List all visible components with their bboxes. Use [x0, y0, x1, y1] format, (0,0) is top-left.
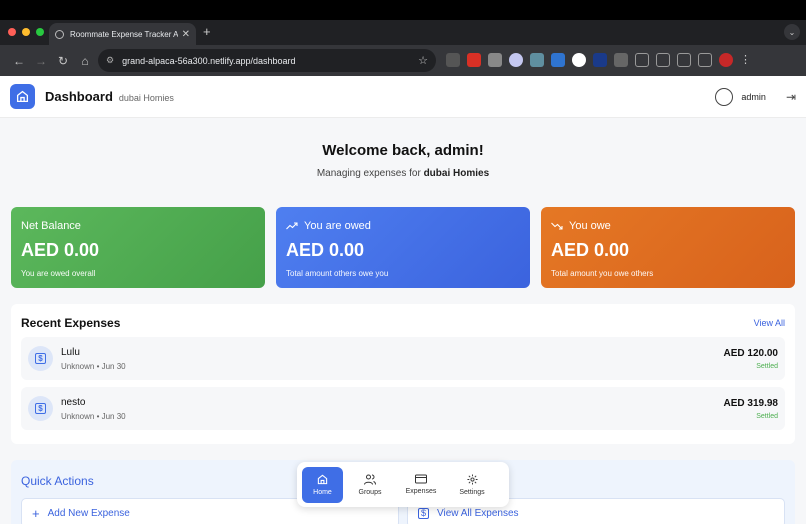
- net-balance-card: Net Balance AED 0.00 You are owed overal…: [11, 207, 265, 288]
- owed-card: You are owed AED 0.00 Total amount other…: [276, 207, 530, 288]
- close-window-button[interactable]: [8, 28, 16, 36]
- header-user-area: admin ⇥: [715, 87, 796, 106]
- qr-code-icon[interactable]: [656, 53, 670, 67]
- nav-home[interactable]: Home: [302, 466, 343, 503]
- extension-icon[interactable]: [467, 53, 481, 67]
- nav-home-label: Home: [313, 488, 332, 496]
- extension-icon[interactable]: [488, 53, 502, 67]
- nav-groups-label: Groups: [358, 488, 382, 496]
- owe-label: You owe: [569, 220, 611, 232]
- view-all-link[interactable]: View All: [754, 318, 785, 328]
- reading-mode-icon[interactable]: [677, 53, 691, 67]
- home-icon: [317, 474, 328, 484]
- extension-icon[interactable]: [530, 53, 544, 67]
- tab-search-button[interactable]: ⌄: [784, 24, 800, 40]
- owe-card: You owe AED 0.00 Total amount you owe ot…: [541, 207, 795, 288]
- nav-expenses-label: Expenses: [405, 488, 437, 495]
- maximize-window-button[interactable]: [36, 28, 44, 36]
- browser-toolbar: ← → ↻ ⌂ ⚙ grand-alpaca-56a300.netlify.ap…: [0, 45, 806, 76]
- home-button[interactable]: ⌂: [74, 54, 96, 68]
- forward-button[interactable]: →: [30, 54, 52, 68]
- tab-title: Roommate Expense Tracker A: [70, 29, 178, 39]
- window-controls: [8, 28, 44, 36]
- nav-settings-label: Settings: [459, 488, 485, 496]
- group-name: dubai Homies: [118, 92, 174, 103]
- close-tab-icon[interactable]: ✕: [182, 29, 190, 40]
- expense-row[interactable]: $ Lulu Unknown • Jun 30 AED 120.00 Settl…: [21, 337, 785, 380]
- welcome-heading: Welcome back, admin!: [322, 142, 484, 159]
- extension-icon[interactable]: [593, 53, 607, 67]
- owed-label: You are owed: [304, 220, 371, 232]
- bookmark-star-icon[interactable]: ☆: [418, 54, 428, 67]
- browser-tab-strip: Roommate Expense Tracker A ✕ + ⌄: [0, 20, 806, 45]
- dollar-icon: $: [28, 346, 53, 371]
- page-title: Dashboard: [45, 89, 113, 104]
- url-text: grand-alpaca-56a300.netlify.app/dashboar…: [122, 55, 296, 66]
- dollar-icon: $: [28, 396, 53, 421]
- more-menu-icon[interactable]: ⋮: [740, 53, 754, 67]
- nav-expenses[interactable]: Expenses: [397, 467, 445, 503]
- address-bar[interactable]: ⚙ grand-alpaca-56a300.netlify.app/dashbo…: [98, 49, 436, 72]
- reload-button[interactable]: ↻: [52, 54, 74, 68]
- trending-down-icon: [551, 222, 563, 230]
- recent-expenses-panel: Recent Expenses View All $ Lulu Unknown …: [11, 304, 795, 444]
- logout-icon[interactable]: ⇥: [786, 90, 796, 104]
- extension-icon[interactable]: [572, 53, 586, 67]
- expense-amount: AED 319.98: [723, 397, 778, 409]
- trending-up-icon: [286, 222, 298, 230]
- credit-card-icon: [415, 474, 427, 484]
- back-button[interactable]: ←: [8, 54, 30, 68]
- welcome-section: Welcome back, admin! Managing expenses f…: [0, 142, 806, 179]
- dollar-icon: $: [418, 507, 429, 519]
- owed-amount: AED 0.00: [286, 240, 365, 260]
- expense-status: Settled: [756, 412, 778, 420]
- plus-icon: +: [32, 505, 40, 521]
- extensions-area: ⋮: [446, 53, 754, 67]
- welcome-subtext: Managing expenses for dubai Homies: [0, 168, 806, 179]
- puzzle-icon[interactable]: [614, 53, 628, 67]
- site-info-icon[interactable]: ⚙: [106, 55, 114, 66]
- recent-expenses-title: Recent Expenses: [21, 316, 121, 330]
- owe-amount: AED 0.00: [551, 240, 630, 260]
- welcome-group: dubai Homies: [423, 168, 490, 179]
- gear-icon: [466, 473, 478, 485]
- username[interactable]: admin: [741, 92, 766, 102]
- view-all-expenses-label: View All Expenses: [437, 507, 519, 519]
- bottom-navigation: Home Groups Expenses Settings: [297, 462, 509, 507]
- owed-desc: Total amount others owe you: [286, 269, 389, 278]
- nav-settings[interactable]: Settings: [449, 467, 495, 503]
- minimize-window-button[interactable]: [22, 28, 30, 36]
- extension-icon[interactable]: [446, 53, 460, 67]
- user-avatar-icon[interactable]: [715, 87, 734, 106]
- expense-meta: Unknown • Jun 30: [61, 361, 126, 371]
- cast-icon[interactable]: [698, 53, 712, 67]
- download-icon[interactable]: [635, 53, 649, 67]
- expense-name: Lulu: [61, 346, 80, 358]
- expense-meta: Unknown • Jun 30: [61, 411, 126, 421]
- expense-status: Settled: [756, 362, 778, 370]
- expense-amount: AED 120.00: [723, 347, 778, 359]
- net-balance-amount: AED 0.00: [21, 240, 100, 260]
- balance-cards: Net Balance AED 0.00 You are owed overal…: [11, 207, 795, 288]
- users-icon: [364, 474, 376, 485]
- expense-name: nesto: [61, 396, 86, 408]
- add-expense-label: Add New Expense: [47, 507, 130, 519]
- extension-icon[interactable]: [551, 53, 565, 67]
- owe-desc: Total amount you owe others: [551, 269, 654, 278]
- app-header: Dashboard dubai Homies admin ⇥: [0, 76, 806, 118]
- home-logo-icon[interactable]: [10, 84, 35, 109]
- nav-groups[interactable]: Groups: [347, 467, 393, 503]
- new-tab-button[interactable]: +: [203, 24, 211, 39]
- welcome-prefix: Managing expenses for: [316, 168, 421, 179]
- profile-avatar[interactable]: [719, 53, 733, 67]
- extension-icon[interactable]: [509, 53, 523, 67]
- net-balance-desc: You are owed overall: [21, 269, 96, 278]
- globe-icon: [55, 29, 64, 39]
- net-balance-label: Net Balance: [21, 220, 81, 232]
- system-top-bar: [0, 0, 806, 20]
- browser-tab[interactable]: Roommate Expense Tracker A ✕: [49, 23, 196, 45]
- expense-row[interactable]: $ nesto Unknown • Jun 30 AED 319.98 Sett…: [21, 387, 785, 430]
